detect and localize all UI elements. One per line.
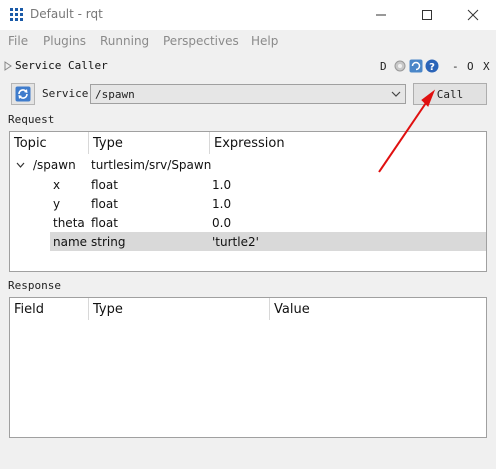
refresh-button[interactable] bbox=[11, 83, 35, 105]
menu-perspectives[interactable]: Perspectives bbox=[163, 34, 239, 48]
request-row-type: string bbox=[91, 235, 126, 249]
gear-icon[interactable] bbox=[393, 59, 407, 73]
response-header-type[interactable]: Type bbox=[89, 298, 270, 320]
request-root-type: turtlesim/srv/Spawn bbox=[91, 158, 212, 172]
response-label: Response bbox=[8, 279, 61, 292]
request-header-expression[interactable]: Expression bbox=[210, 132, 486, 154]
plugin-title: Service Caller bbox=[15, 59, 108, 72]
plugin-header: Service Caller D ? - O X bbox=[0, 56, 496, 76]
request-row-type: float bbox=[91, 197, 118, 211]
request-label: Request bbox=[8, 113, 55, 126]
menu-help[interactable]: Help bbox=[251, 34, 278, 48]
request-row-expression[interactable]: 1.0 bbox=[212, 197, 231, 211]
request-root-topic: /spawn bbox=[33, 158, 76, 172]
request-row-topic: x bbox=[53, 178, 61, 192]
collapse-triangle-icon[interactable] bbox=[4, 61, 12, 71]
plugin-float-button[interactable]: O bbox=[467, 60, 474, 73]
maximize-button[interactable] bbox=[404, 0, 450, 30]
minimize-button[interactable] bbox=[358, 0, 404, 30]
request-row-theta[interactable]: theta float 0.0 bbox=[10, 213, 486, 232]
menu-file[interactable]: File bbox=[8, 34, 28, 48]
rqt-app-icon bbox=[10, 8, 24, 22]
request-row-topic: theta bbox=[53, 216, 85, 230]
close-button[interactable] bbox=[450, 0, 496, 30]
window-title: Default - rqt bbox=[30, 7, 103, 21]
request-row-type: float bbox=[91, 178, 118, 192]
request-row-y[interactable]: y float 1.0 bbox=[10, 194, 486, 213]
response-tree[interactable]: Field Type Value bbox=[9, 297, 487, 438]
plugin-minus-button[interactable]: - bbox=[452, 60, 459, 73]
request-header-type[interactable]: Type bbox=[89, 132, 210, 154]
response-header-value[interactable]: Value bbox=[270, 298, 486, 320]
request-row-expression[interactable]: 0.0 bbox=[212, 216, 231, 230]
minimize-icon bbox=[376, 14, 386, 16]
request-row-name[interactable]: name string 'turtle2' bbox=[50, 232, 486, 251]
menu-plugins[interactable]: Plugins bbox=[43, 34, 86, 48]
reload-icon[interactable] bbox=[409, 59, 423, 73]
response-header-field[interactable]: Field bbox=[10, 298, 89, 320]
request-row-x[interactable]: x float 1.0 bbox=[10, 175, 486, 194]
service-label: Service bbox=[42, 87, 89, 100]
menu-bar: File Plugins Running Perspectives Help bbox=[0, 30, 496, 52]
request-row-topic: y bbox=[53, 197, 61, 211]
expand-arrow-icon[interactable] bbox=[16, 162, 25, 169]
request-row-type: float bbox=[91, 216, 118, 230]
maximize-icon bbox=[422, 10, 432, 20]
plugin-close-button[interactable]: X bbox=[483, 60, 490, 73]
request-row-expression[interactable]: 1.0 bbox=[212, 178, 231, 192]
service-select-value: /spawn bbox=[95, 88, 135, 101]
help-icon[interactable]: ? bbox=[425, 59, 439, 73]
title-bar: Default - rqt bbox=[0, 0, 496, 30]
svg-text:?: ? bbox=[429, 62, 435, 73]
request-row-expression[interactable]: 'turtle2' bbox=[212, 235, 259, 249]
request-row-topic: name bbox=[53, 235, 88, 249]
menu-running[interactable]: Running bbox=[100, 34, 149, 48]
refresh-icon bbox=[15, 86, 31, 102]
plugin-d-button[interactable]: D bbox=[380, 60, 387, 73]
request-header-topic[interactable]: Topic bbox=[10, 132, 89, 154]
red-arrow-annotation bbox=[378, 89, 436, 173]
service-select[interactable]: /spawn bbox=[90, 84, 406, 104]
close-icon bbox=[467, 9, 479, 21]
